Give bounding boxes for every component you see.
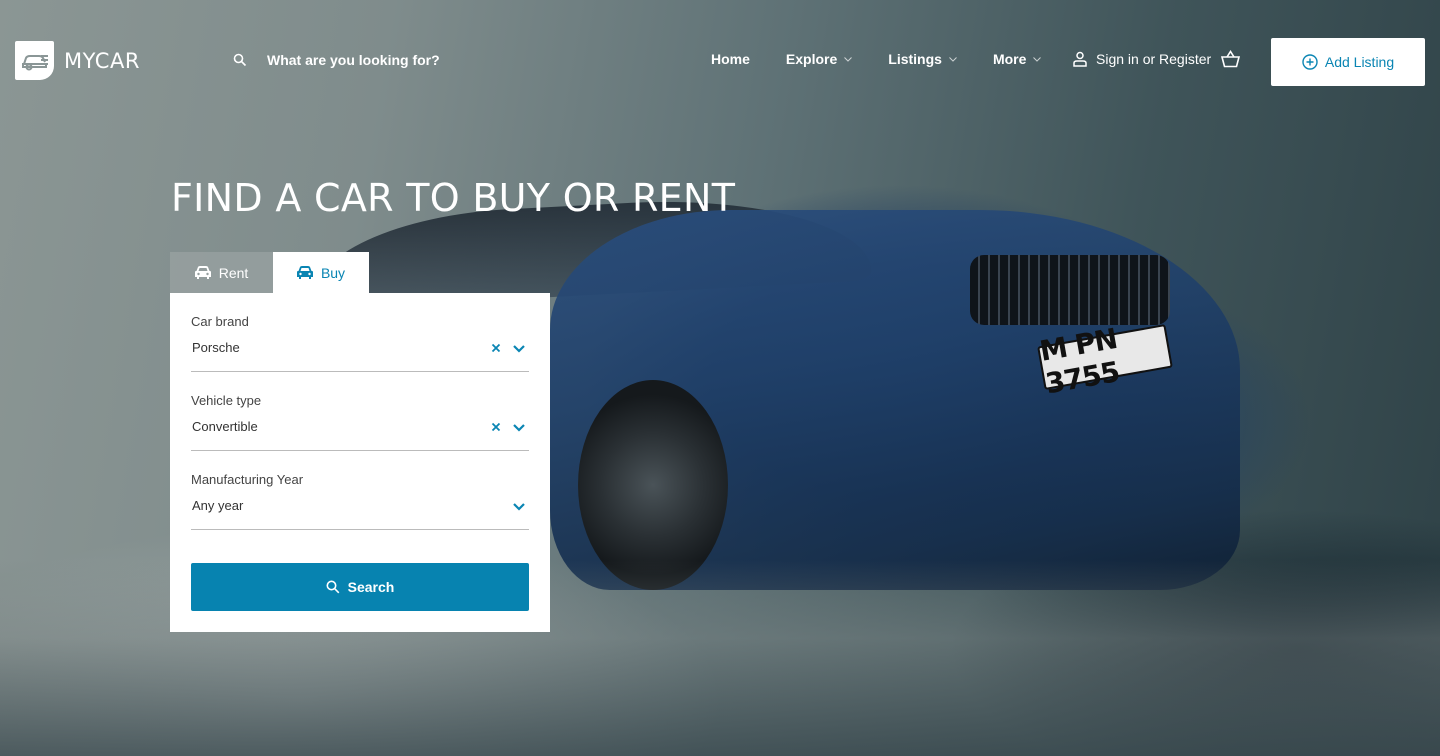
search-input[interactable] [267, 52, 507, 68]
add-listing-label: Add Listing [1324, 54, 1395, 70]
car-grille-image [970, 255, 1170, 325]
nav-more-label: More [992, 51, 1027, 67]
search-icon [326, 580, 340, 594]
chevron-down-icon[interactable] [512, 344, 526, 354]
signin-label: Sign in or Register [1096, 51, 1212, 67]
chevron-down-icon[interactable] [512, 502, 526, 512]
tab-buy-label: Buy [320, 264, 346, 281]
field-underline [191, 450, 529, 451]
field-underline [191, 529, 529, 530]
nav-explore[interactable]: Explore [785, 51, 853, 67]
chevron-down-icon [1033, 56, 1042, 62]
nav-listings-label: Listings [888, 51, 942, 67]
license-plate: M PN 3755 [1037, 322, 1173, 400]
clear-icon[interactable] [490, 421, 502, 433]
brand-name: MYCAR [64, 48, 140, 73]
add-listing-button[interactable]: Add Listing [1271, 38, 1425, 86]
nav-explore-label: Explore [785, 51, 838, 67]
car-brand-select[interactable]: Porsche [192, 340, 240, 355]
basket-icon [1220, 50, 1241, 68]
tab-rent-label: Rent [218, 264, 249, 281]
manufacturing-year-label: Manufacturing Year [191, 472, 304, 487]
tab-buy[interactable]: Buy [273, 252, 369, 293]
vehicle-type-select[interactable]: Convertible [192, 419, 258, 434]
hero-title: FIND A CAR TO BUY OR RENT [171, 176, 736, 220]
chevron-down-icon [949, 56, 957, 62]
search-icon [233, 53, 247, 67]
main-nav: Home Explore Listings More [711, 51, 1077, 67]
search-form: Car brand Porsche Vehicle type Convertib… [170, 293, 550, 632]
nav-listings[interactable]: Listings [888, 51, 957, 67]
vehicle-type-label: Vehicle type [191, 393, 262, 408]
basket-button[interactable] [1220, 50, 1241, 73]
nav-more[interactable]: More [992, 51, 1042, 67]
plus-circle-icon [1302, 54, 1318, 70]
car-brand-label: Car brand [191, 314, 249, 329]
manufacturing-year-select[interactable]: Any year [192, 498, 243, 513]
logo[interactable]: MYCAR [15, 41, 140, 80]
nav-home-label: Home [711, 51, 750, 67]
signin-link[interactable]: Sign in or Register [1072, 51, 1211, 67]
search-tabs: Rent Buy [170, 252, 369, 293]
car-icon [194, 266, 211, 279]
chevron-down-icon [844, 56, 853, 62]
field-underline [191, 371, 529, 372]
clear-icon[interactable] [490, 342, 502, 354]
tab-rent[interactable]: Rent [170, 252, 273, 293]
car-icon [296, 266, 313, 279]
search-button[interactable]: Search [191, 563, 529, 611]
search-button-label: Search [347, 579, 395, 595]
car-logo-icon [15, 41, 54, 80]
nav-home[interactable]: Home [711, 51, 750, 67]
user-icon [1073, 51, 1087, 67]
chevron-down-icon[interactable] [512, 423, 526, 433]
site-header: MYCAR Home Explore Listings More Sign in… [0, 0, 1440, 120]
car-wheel-image [578, 380, 728, 590]
header-search [233, 52, 507, 68]
